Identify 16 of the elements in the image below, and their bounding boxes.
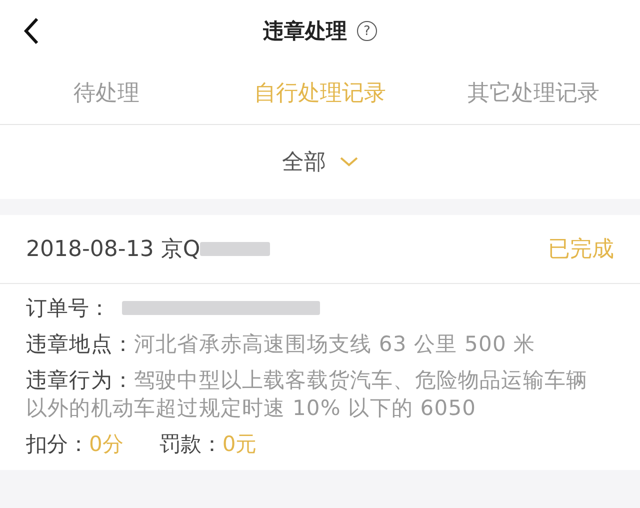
status-label: 已完成	[548, 236, 614, 264]
date-plate: 2018-08-13 京Q	[26, 236, 200, 264]
tab[interactable]: 自行处理记录	[213, 62, 427, 124]
page-title: 违章处理	[263, 18, 347, 45]
order-label: 订单号：	[26, 295, 110, 322]
fine-label: 罚款：	[159, 431, 222, 458]
chevron-down-icon	[340, 157, 358, 167]
points-value: 0分	[89, 431, 124, 458]
chevron-left-icon	[23, 17, 39, 45]
help-icon[interactable]: ?	[357, 21, 377, 41]
fine-value: 0元	[222, 431, 257, 458]
points-label: 扣分：	[26, 431, 89, 458]
detail-text: 违章行为：驾驶中型以上载客载货汽车、危险物品运输车辆以外的机动车超过规定时速 10% 以下的 6050	[26, 367, 589, 422]
tab[interactable]: 其它处理记录	[426, 62, 640, 124]
tab[interactable]: 待处理	[0, 62, 214, 124]
detail-text: 违章地点：河北省承赤高速围场支线 63 公里 500 米	[26, 331, 536, 358]
